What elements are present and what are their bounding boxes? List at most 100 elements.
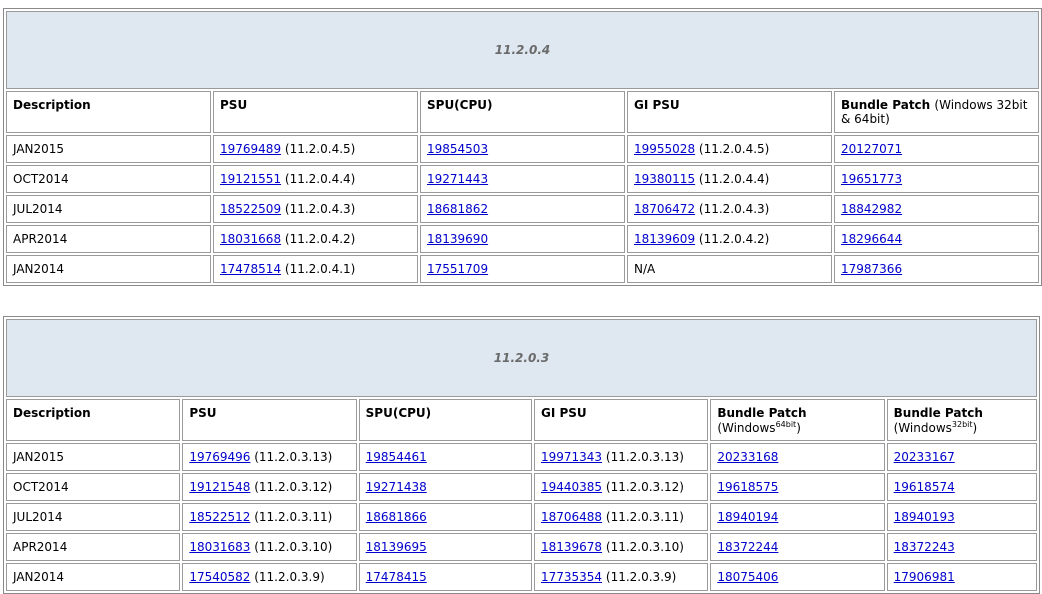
header-bundle-sub: (Windows64bit) <box>717 420 801 435</box>
bundle-64bit-cell: 18372244 <box>710 533 885 561</box>
gi-psu-link[interactable]: 19440385 <box>541 480 602 494</box>
psu-link[interactable]: 19121548 <box>189 480 250 494</box>
bundle-32bit-link[interactable]: 18372243 <box>894 540 955 554</box>
psu-cell: 17540582 (11.2.0.3.9) <box>182 563 357 591</box>
gi-psu-link[interactable]: 17735354 <box>541 570 602 584</box>
spu-link[interactable]: 19854461 <box>366 450 427 464</box>
row-description: OCT2014 <box>6 473 181 501</box>
bundle-64bit-link[interactable]: 18372244 <box>717 540 778 554</box>
spu-cell: 19271438 <box>358 473 532 501</box>
bundle-link[interactable]: 20127071 <box>841 142 902 156</box>
bundle-link[interactable]: 19651773 <box>841 172 902 186</box>
bundle-32bit-link[interactable]: 19618574 <box>894 480 955 494</box>
spu-link[interactable]: 19271443 <box>427 172 488 186</box>
gi-psu-cell: 17735354 (11.2.0.3.9) <box>533 563 709 591</box>
row-description: JAN2014 <box>6 563 181 591</box>
header-spu: SPU(CPU) <box>420 91 625 133</box>
gi-psu-version: (11.2.0.3.13) <box>605 450 684 464</box>
spu-link[interactable]: 17551709 <box>427 262 488 276</box>
spu-link[interactable]: 17478415 <box>366 570 427 584</box>
gi-psu-link[interactable]: 18706472 <box>634 202 695 216</box>
table-row: OCT2014 19121548 (11.2.0.3.12) 19271438 … <box>6 473 1037 501</box>
psu-link[interactable]: 17478514 <box>220 262 281 276</box>
bundle-32bit-cell: 18940193 <box>886 503 1037 531</box>
header-bundle-label: Bundle Patch <box>717 406 807 420</box>
psu-cell: 19769496 (11.2.0.3.13) <box>182 443 357 471</box>
bundle-sub-post: ) <box>796 421 801 435</box>
psu-version: (11.2.0.4.4) <box>284 172 356 186</box>
spu-link[interactable]: 18681862 <box>427 202 488 216</box>
header-bundle-sub: (Windows32bit) <box>893 420 978 435</box>
bundle-32bit-link[interactable]: 17906981 <box>894 570 955 584</box>
psu-link[interactable]: 18522509 <box>220 202 281 216</box>
spu-link[interactable]: 19854503 <box>427 142 488 156</box>
psu-cell: 19121548 (11.2.0.3.12) <box>182 473 357 501</box>
bundle-64bit-link[interactable]: 20233168 <box>717 450 778 464</box>
bundle-sub-sup: 64bit <box>775 420 797 429</box>
gi-psu-cell: 19380115 (11.2.0.4.4) <box>627 165 832 193</box>
bundle-cell: 18296644 <box>834 225 1040 253</box>
gi-psu-link[interactable]: 18139678 <box>541 540 602 554</box>
spu-link[interactable]: 18139690 <box>427 232 488 246</box>
psu-cell: 17478514 (11.2.0.4.1) <box>213 255 418 283</box>
gi-psu-version: (11.2.0.4.3) <box>698 202 770 216</box>
bundle-sub-pre: (Windows <box>893 421 952 435</box>
psu-link[interactable]: 18031668 <box>220 232 281 246</box>
table-row: OCT2014 19121551 (11.2.0.4.4) 19271443 1… <box>6 165 1040 193</box>
header-bundle-patch: Bundle Patch (Windows 32bit & 64bit) <box>834 91 1040 133</box>
row-description: OCT2014 <box>6 165 211 193</box>
version-heading: 11.2.0.4 <box>6 11 1040 89</box>
psu-link[interactable]: 19769489 <box>220 142 281 156</box>
header-description: Description <box>6 399 181 441</box>
bundle-32bit-cell: 20233167 <box>886 443 1037 471</box>
table-row: JAN2015 19769496 (11.2.0.3.13) 19854461 … <box>6 443 1037 471</box>
spu-link[interactable]: 18681866 <box>366 510 427 524</box>
row-description: JAN2015 <box>6 135 211 163</box>
bundle-64bit-link[interactable]: 18940194 <box>717 510 778 524</box>
gi-psu-link[interactable]: 19971343 <box>541 450 602 464</box>
table-row: JUL2014 18522512 (11.2.0.3.11) 18681866 … <box>6 503 1037 531</box>
bundle-64bit-link[interactable]: 18075406 <box>717 570 778 584</box>
bundle-link[interactable]: 18296644 <box>841 232 902 246</box>
bundle-32bit-link[interactable]: 18940193 <box>894 510 955 524</box>
table-row: JUL2014 18522509 (11.2.0.4.3) 18681862 1… <box>6 195 1040 223</box>
header-description: Description <box>6 91 211 133</box>
row-description: APR2014 <box>6 533 181 561</box>
psu-link[interactable]: 18522512 <box>189 510 250 524</box>
header-bundle-label: Bundle Patch <box>893 406 983 420</box>
spu-link[interactable]: 18139695 <box>366 540 427 554</box>
spu-cell: 17478415 <box>358 563 532 591</box>
bundle-64bit-link[interactable]: 19618575 <box>717 480 778 494</box>
gi-psu-version: (11.2.0.4.5) <box>698 142 770 156</box>
table-row: APR2014 18031668 (11.2.0.4.2) 18139690 1… <box>6 225 1040 253</box>
psu-cell: 18522512 (11.2.0.3.11) <box>182 503 357 531</box>
bundle-link[interactable]: 17987366 <box>841 262 902 276</box>
gi-psu-version: (11.2.0.3.11) <box>605 510 684 524</box>
spu-cell: 18681866 <box>358 503 532 531</box>
psu-link[interactable]: 18031683 <box>189 540 250 554</box>
bundle-cell: 20127071 <box>834 135 1040 163</box>
header-gi-psu: GI PSU <box>627 91 832 133</box>
spu-cell: 19854461 <box>358 443 532 471</box>
psu-link[interactable]: 19121551 <box>220 172 281 186</box>
row-description: APR2014 <box>6 225 211 253</box>
gi-psu-version: (11.2.0.3.9) <box>605 570 677 584</box>
header-psu: PSU <box>182 399 357 441</box>
gi-psu-link[interactable]: 19955028 <box>634 142 695 156</box>
bundle-sub-pre: (Windows <box>717 421 776 435</box>
psu-version: (11.2.0.4.1) <box>284 262 356 276</box>
spu-cell: 18139695 <box>358 533 532 561</box>
bundle-sub-sup: 32bit <box>951 420 973 429</box>
bundle-link[interactable]: 18842982 <box>841 202 902 216</box>
bundle-32bit-cell: 18372243 <box>886 533 1037 561</box>
bundle-32bit-cell: 19618574 <box>886 473 1037 501</box>
gi-psu-version: (11.2.0.3.10) <box>605 540 684 554</box>
bundle-32bit-link[interactable]: 20233167 <box>894 450 955 464</box>
psu-link[interactable]: 19769496 <box>189 450 250 464</box>
gi-psu-link[interactable]: 18706488 <box>541 510 602 524</box>
psu-link[interactable]: 17540582 <box>189 570 250 584</box>
gi-psu-link[interactable]: 19380115 <box>634 172 695 186</box>
gi-psu-cell: 18706472 (11.2.0.4.3) <box>627 195 832 223</box>
gi-psu-link[interactable]: 18139609 <box>634 232 695 246</box>
spu-link[interactable]: 19271438 <box>366 480 427 494</box>
